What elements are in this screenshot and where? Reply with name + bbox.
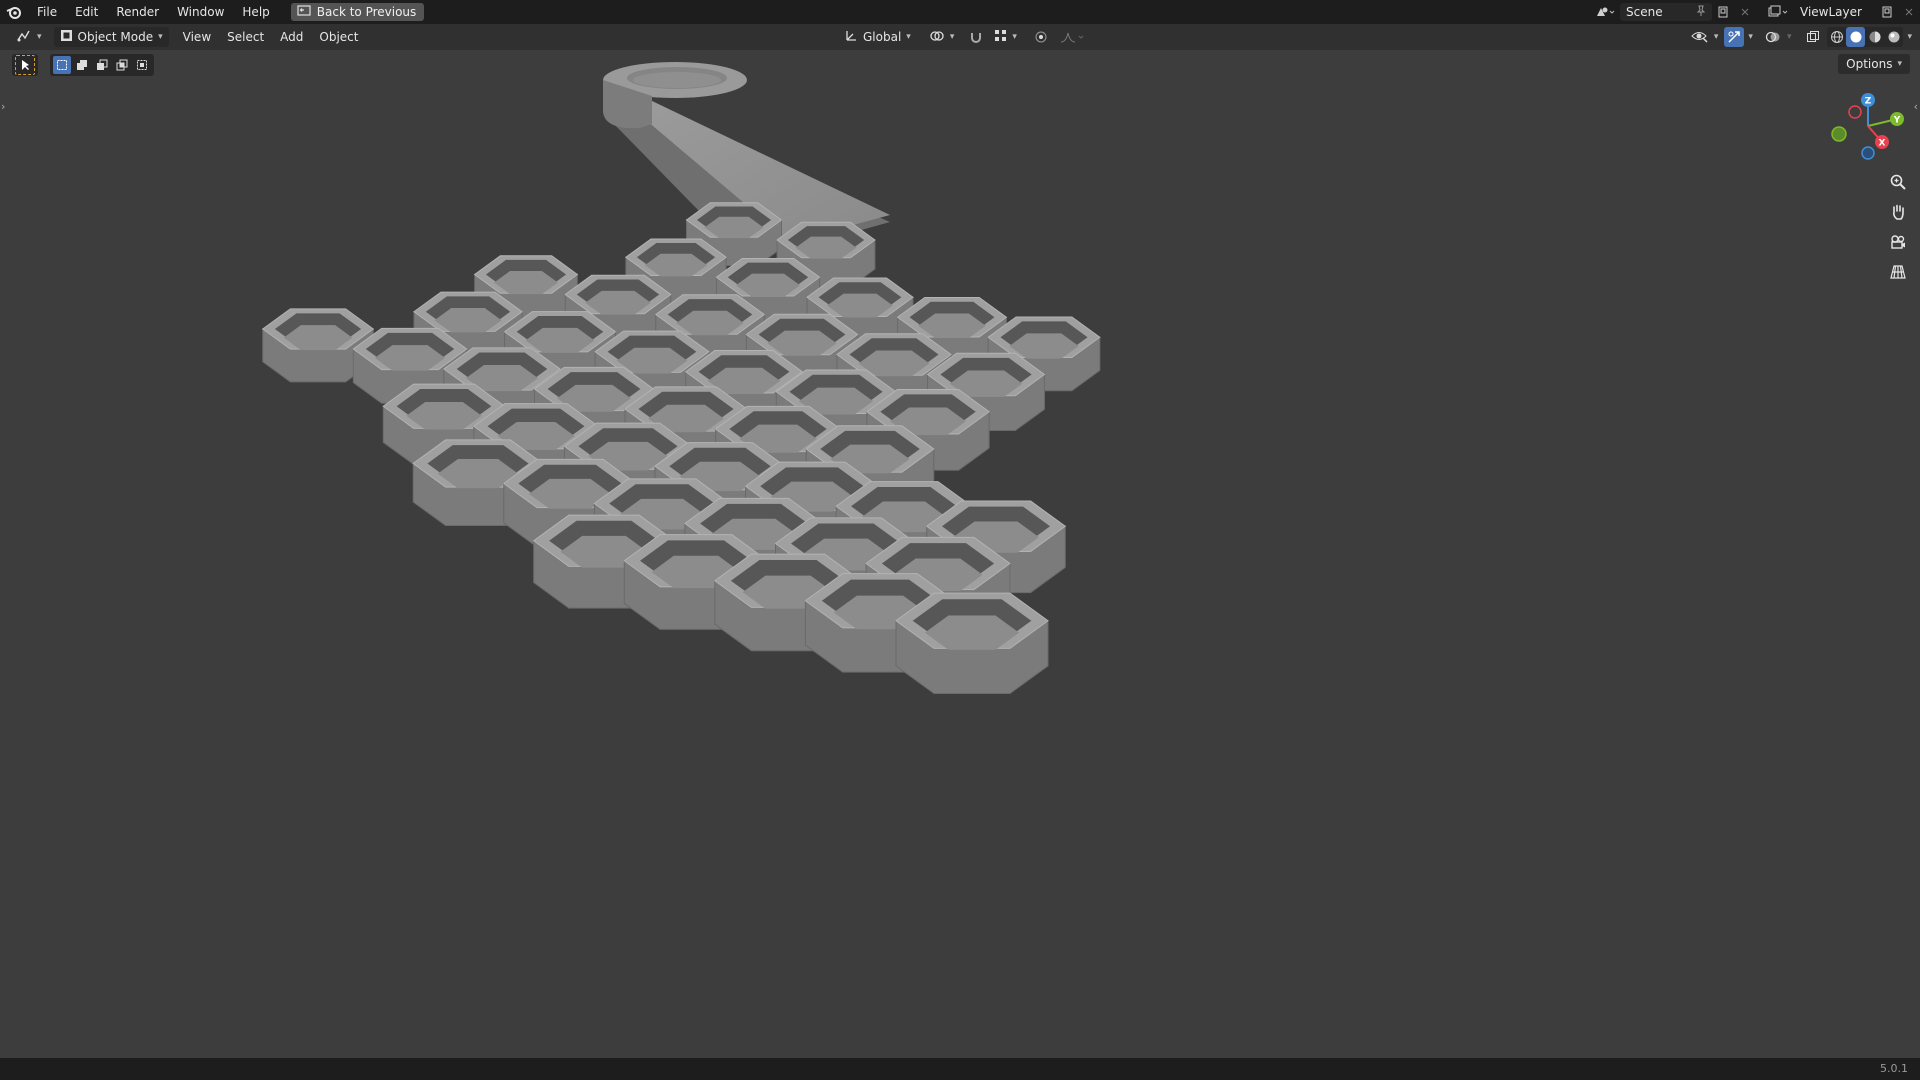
orientation-dropdown[interactable]: Global ▾ — [838, 27, 917, 47]
visibility-dropdown[interactable]: ▾ — [1689, 27, 1721, 47]
new-scene-icon[interactable] — [1712, 3, 1734, 21]
selection-mode-box — [50, 54, 154, 76]
honeycomb-cells — [261, 202, 1101, 695]
navigation-gizmo[interactable]: Z Y X — [1825, 88, 1905, 168]
chevron-down-icon[interactable]: ▾ — [1787, 32, 1792, 42]
chevron-down-icon: ▾ — [1012, 32, 1017, 42]
select-invert-icon[interactable] — [113, 56, 131, 74]
orientation-axes-icon — [844, 29, 858, 46]
xray-toggle-icon[interactable] — [1803, 27, 1823, 47]
viewport-display-tools: ▾ ▾ ▾ ▾ — [1689, 24, 1912, 50]
pan-hand-icon[interactable] — [1884, 200, 1912, 224]
toolbar-expand-arrow-icon[interactable]: › — [1, 100, 5, 113]
overlays-toggle-icon[interactable] — [1763, 27, 1783, 47]
neg-z-axis-icon[interactable] — [1861, 146, 1875, 160]
menu-select[interactable]: Select — [219, 24, 272, 50]
chevron-down-icon: ▾ — [1897, 59, 1902, 69]
back-screen-icon — [297, 4, 311, 20]
shading-mode-group — [1827, 27, 1904, 47]
neg-y-axis-icon[interactable] — [1831, 126, 1847, 142]
menu-view[interactable]: View — [175, 24, 219, 50]
y-axis-label: Y — [1893, 116, 1901, 126]
gizmo-toggle-icon[interactable] — [1724, 27, 1745, 47]
chevron-down-icon: ▾ — [158, 32, 163, 42]
solid-shading-icon[interactable] — [1846, 27, 1866, 47]
chevron-down-icon: ▾ — [37, 32, 42, 42]
menu-render[interactable]: Render — [107, 0, 168, 24]
select-new-icon[interactable] — [53, 56, 71, 74]
back-to-previous-button[interactable]: Back to Previous — [290, 3, 425, 21]
pivot-dropdown[interactable]: ▾ — [923, 27, 961, 47]
honeycomb-tray-model[interactable] — [0, 50, 1920, 1058]
viewport-header: ▾ Object Mode ▾ View Select Add Object G… — [0, 24, 1920, 50]
options-label: Options — [1846, 57, 1893, 71]
mode-label: Object Mode — [77, 30, 154, 44]
scene-browse-icon[interactable] — [1590, 3, 1620, 21]
viewlayer-name: ViewLayer — [1800, 5, 1862, 19]
scene-field[interactable]: Scene — [1620, 3, 1712, 21]
delete-viewlayer-icon[interactable] — [1898, 3, 1920, 21]
select-intersect-icon[interactable] — [133, 56, 151, 74]
topbar-right: Scene ViewLayer — [1590, 0, 1920, 24]
mode-dropdown[interactable]: Object Mode ▾ — [53, 27, 169, 47]
chevron-down-icon: ▾ — [906, 32, 911, 42]
viewport-nav-buttons — [1884, 170, 1912, 284]
tool-settings-row — [12, 54, 154, 76]
select-extend-icon[interactable] — [73, 56, 91, 74]
viewlayer-browse-icon[interactable] — [1762, 3, 1794, 21]
pin-icon[interactable] — [1696, 5, 1706, 20]
honeycomb-cell — [895, 592, 1049, 695]
chevron-down-icon[interactable]: ▾ — [1748, 32, 1753, 42]
snap-target-dropdown[interactable]: ▾ — [992, 27, 1019, 47]
z-axis-label: Z — [1865, 97, 1872, 107]
select-tool-icon[interactable] — [15, 55, 35, 75]
wireframe-shading-icon[interactable] — [1827, 27, 1846, 47]
options-dropdown[interactable]: Options ▾ — [1838, 54, 1910, 74]
neg-x-axis-icon[interactable] — [1848, 105, 1862, 119]
scene-name: Scene — [1626, 5, 1663, 19]
proportional-edit-icon[interactable] — [1031, 27, 1051, 47]
viewlayer-field[interactable]: ViewLayer — [1794, 3, 1876, 21]
chevron-down-icon: ▾ — [1713, 32, 1719, 42]
snap-toggle-icon[interactable] — [966, 27, 986, 47]
delete-scene-icon[interactable] — [1734, 3, 1756, 21]
active-tool-box — [12, 54, 38, 76]
pivot-point-icon — [929, 29, 945, 46]
chevron-down-icon[interactable]: ▾ — [1907, 32, 1912, 42]
back-to-previous-label: Back to Previous — [316, 5, 417, 19]
snap-grid-icon — [994, 29, 1007, 45]
blender-logo-icon[interactable] — [0, 0, 28, 24]
menu-window[interactable]: Window — [168, 0, 233, 24]
camera-view-icon[interactable] — [1884, 230, 1912, 254]
chevron-down-icon: ▾ — [949, 32, 955, 42]
new-viewlayer-icon[interactable] — [1876, 3, 1898, 21]
object-mode-icon — [60, 29, 73, 45]
perspective-grid-icon[interactable] — [1884, 260, 1912, 284]
zoom-icon[interactable] — [1884, 170, 1912, 194]
falloff-curve-icon[interactable] — [1057, 27, 1087, 47]
menu-add[interactable]: Add — [272, 24, 311, 50]
transform-tools: Global ▾ ▾ ▾ — [838, 24, 1087, 50]
status-bar: 5.0.1 — [0, 1058, 1920, 1080]
eye-selectability-icon — [1691, 29, 1709, 46]
menu-object[interactable]: Object — [311, 24, 366, 50]
x-axis-label: X — [1879, 139, 1886, 149]
menu-help[interactable]: Help — [233, 0, 278, 24]
editor-type-dropdown[interactable]: ▾ — [10, 27, 48, 47]
menu-file[interactable]: File — [28, 0, 66, 24]
material-preview-icon[interactable] — [1865, 27, 1884, 47]
menu-edit[interactable]: Edit — [66, 0, 107, 24]
select-subtract-icon[interactable] — [93, 56, 111, 74]
top-bar: File Edit Render Window Help Back to Pre… — [0, 0, 1920, 24]
version-label: 5.0.1 — [1880, 1062, 1908, 1075]
rendered-shading-icon[interactable] — [1884, 27, 1903, 47]
orientation-label: Global — [863, 30, 902, 44]
editor-type-icon — [16, 29, 32, 46]
sidebar-expand-arrow-icon[interactable]: ‹ — [1914, 100, 1918, 113]
